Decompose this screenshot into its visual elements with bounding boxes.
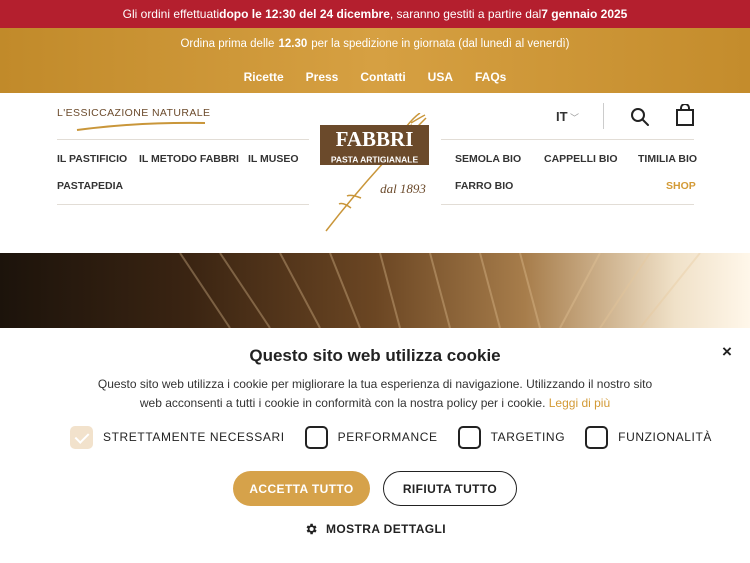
divider [441,139,694,140]
shipping-notice-post: per la spedizione in giornata (dal luned… [311,38,570,50]
menu-farro-bio[interactable]: FARRO BIO [455,180,513,192]
shipping-cutoff-time: 12.30 [278,38,308,50]
svg-text:dal 1893: dal 1893 [380,181,426,196]
cookie-title: Questo sito web utilizza cookie [249,346,501,365]
close-icon[interactable]: × [722,342,732,362]
checkbox-functionality[interactable] [585,425,609,449]
menu-pastapedia[interactable]: PASTAPEDIA [57,180,123,192]
cookie-banner: Questo sito web utilizza cookie × Questo… [0,328,750,563]
shopping-bag-icon[interactable] [675,104,695,126]
menu-shop[interactable]: SHOP [666,180,696,192]
fabbri-logo[interactable]: FABBRI PASTA ARTIGIANALE dal 1893 [316,113,434,233]
accept-all-button[interactable]: ACCETTA TUTTO [233,471,370,506]
announcement-bar: Gli ordini effettuati dopo le 12:30 del … [0,0,750,28]
divider [57,204,309,205]
svg-text:FABBRI: FABBRI [336,127,414,151]
divider [603,103,604,129]
hero-pasta-image [179,253,701,328]
tagline: L'ESSICCAZIONE NATURALE [57,107,211,119]
top-nav-press[interactable]: Press [306,70,339,84]
gold-promo-bar: Ordina prima delle 12.30 per la spedizio… [0,28,750,93]
menu-cappelli-bio[interactable]: CAPPELLI BIO [544,153,618,165]
divider [57,139,309,140]
checkbox-strictly-necessary[interactable] [70,425,93,449]
read-more-link[interactable]: Leggi di più [549,396,610,410]
option-label: FUNZIONALITÀ [618,430,713,444]
option-strictly-necessary[interactable]: STRETTAMENTE NECESSARI [70,425,285,449]
announcement-deadline: dopo le 12:30 del 24 dicembre [219,7,390,21]
show-details-label: MOSTRA DETTAGLI [326,522,446,536]
show-details-button[interactable]: MOSTRA DETTAGLI [0,522,750,536]
top-nav-usa[interactable]: USA [428,70,453,84]
checkbox-performance[interactable] [304,425,328,449]
hero-banner [0,253,750,328]
site-header: L'ESSICCAZIONE NATURALE IL PASTIFICIO IL… [0,93,750,253]
announcement-resume-date: 7 gennaio 2025 [541,7,628,21]
gear-icon [306,523,317,535]
option-label: PERFORMANCE [337,430,438,444]
svg-text:PASTA ARTIGIANALE: PASTA ARTIGIANALE [331,155,419,165]
reject-all-button[interactable]: RIFIUTA TUTTO [383,471,517,506]
menu-il-pastificio[interactable]: IL PASTIFICIO [57,153,127,165]
menu-semola-bio[interactable]: SEMOLA BIO [455,153,521,165]
tagline-swoosh [76,121,206,131]
cookie-description: Questo sito web utilizza i cookie per mi… [95,375,655,413]
menu-timilia-bio[interactable]: TIMILIA BIO [638,153,697,165]
divider [441,204,694,205]
cookie-options: STRETTAMENTE NECESSARI PERFORMANCE TARGE… [70,425,732,449]
language-selector[interactable]: IT [556,109,568,124]
chevron-down-icon[interactable]: ﹀ [570,111,579,124]
option-label: STRETTAMENTE NECESSARI [103,430,285,444]
option-targeting[interactable]: TARGETING [457,425,566,449]
option-label: TARGETING [490,430,566,444]
shipping-notice: Ordina prima delle 12.30 per la spedizio… [0,28,750,60]
announcement-text: Gli ordini effettuati [122,7,220,21]
top-nav-ricette[interactable]: Ricette [244,70,284,84]
search-icon[interactable] [630,107,650,127]
announcement-text-2: , saranno gestiti a partire dal [389,7,542,21]
top-nav: Ricette Press Contatti USA FAQs [0,60,750,93]
top-nav-contatti[interactable]: Contatti [360,70,405,84]
menu-il-metodo-fabbri[interactable]: IL METODO FABBRI [139,153,239,165]
checkbox-targeting[interactable] [457,425,481,449]
shipping-notice-pre: Ordina prima delle [180,38,275,50]
option-performance[interactable]: PERFORMANCE [304,425,438,449]
option-functionality[interactable]: FUNZIONALITÀ [585,425,713,449]
top-nav-faqs[interactable]: FAQs [475,70,506,84]
menu-il-museo[interactable]: IL MUSEO [248,153,299,165]
